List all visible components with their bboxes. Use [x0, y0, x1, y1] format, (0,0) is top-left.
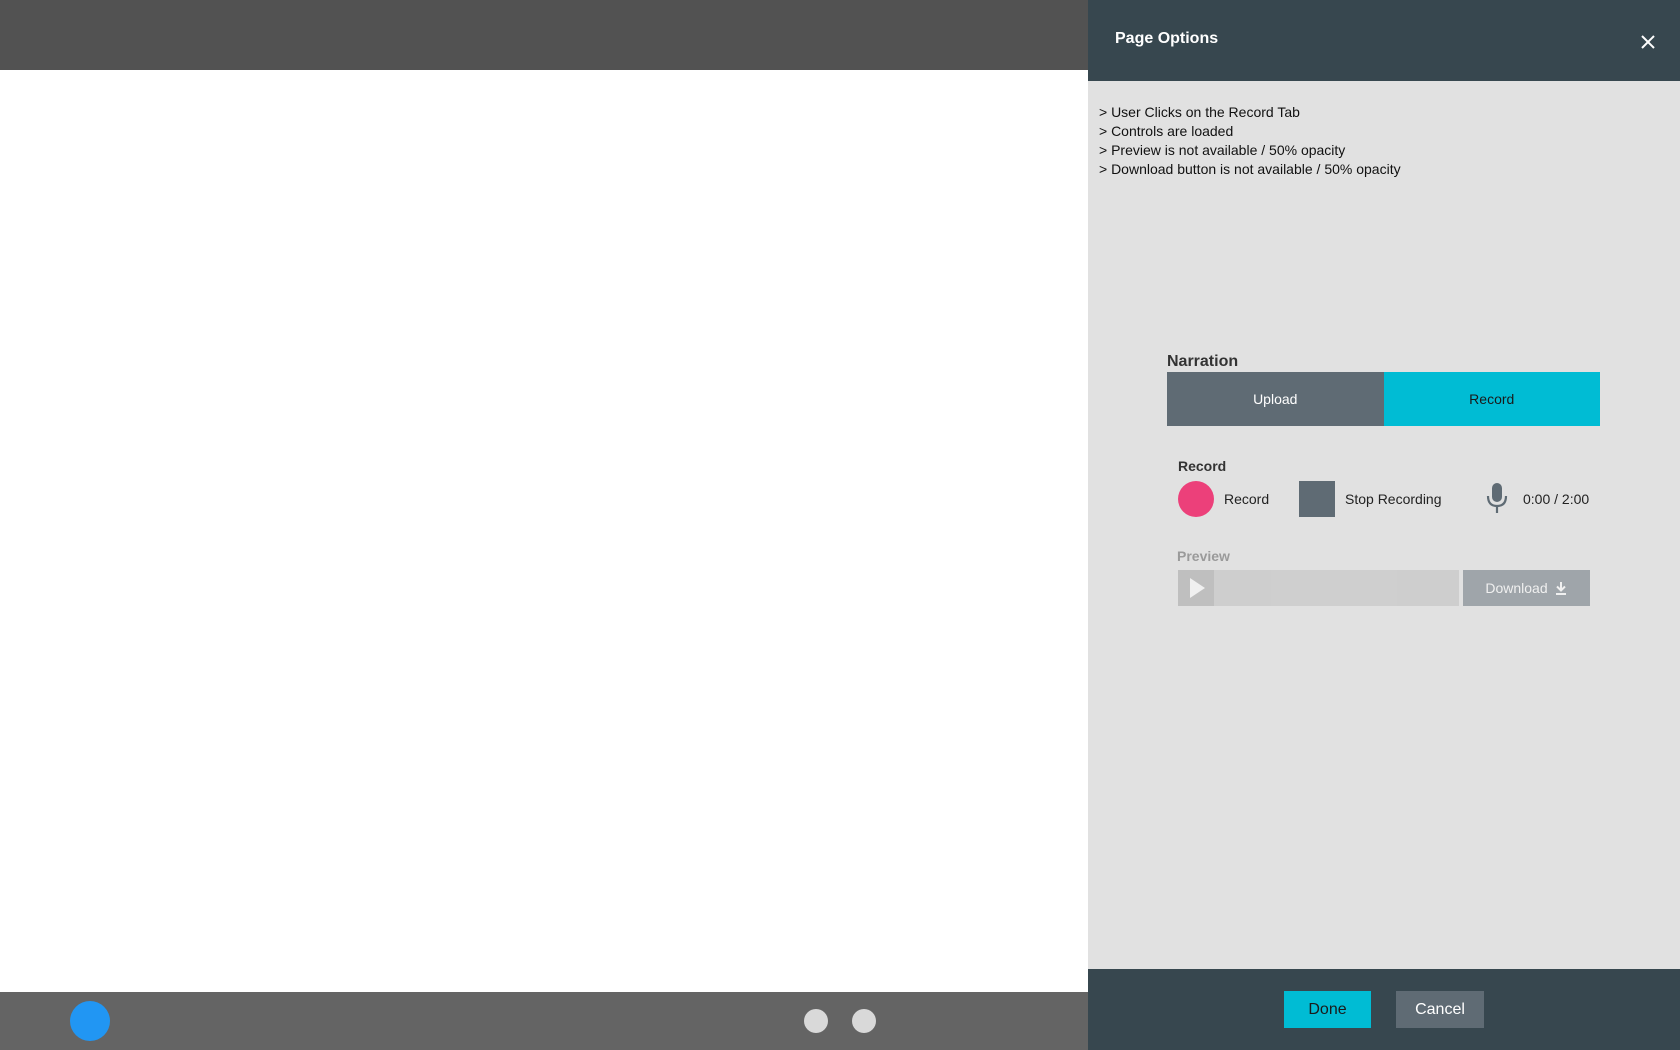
page-indicator[interactable] [804, 1009, 828, 1033]
record-section-label: Record [1178, 458, 1227, 474]
narration-tabs: Upload Record [1167, 372, 1600, 426]
stop-recording-button[interactable] [1299, 481, 1335, 517]
close-icon[interactable] [1634, 28, 1662, 56]
page-canvas[interactable] [0, 70, 1088, 992]
page-editor [0, 0, 1088, 1050]
spec-notes: > User Clicks on the Record Tab > Contro… [1099, 103, 1401, 179]
download-button: Download [1463, 570, 1590, 606]
narration-heading: Narration [1167, 353, 1239, 370]
preview-label: Preview [1177, 548, 1230, 564]
stop-recording-label: Stop Recording [1345, 491, 1442, 507]
download-icon [1555, 582, 1566, 595]
audio-preview-player [1178, 570, 1459, 606]
tab-upload[interactable]: Upload [1167, 372, 1384, 426]
recording-timer: 0:00 / 2:00 [1523, 491, 1590, 507]
panel-footer: Done Cancel [1088, 969, 1680, 1050]
editor-toolbar [0, 0, 1088, 70]
play-button [1178, 570, 1214, 606]
page-options-panel: Page Options > User Clicks on the Record… [1088, 0, 1680, 1050]
record-button-label: Record [1224, 491, 1270, 507]
play-icon [1190, 578, 1205, 598]
page-indicator-active[interactable] [70, 1001, 110, 1041]
note-line: > Preview is not available / 50% opacity [1099, 142, 1346, 158]
tab-record[interactable]: Record [1383, 372, 1600, 426]
record-button[interactable] [1178, 481, 1214, 517]
note-line: > User Clicks on the Record Tab [1099, 104, 1300, 120]
download-button-label: Download [1485, 580, 1548, 596]
microphone-icon [1486, 483, 1508, 513]
page-navigation-bar [0, 992, 1088, 1050]
note-line: > Controls are loaded [1099, 123, 1234, 139]
panel-header: Page Options [1088, 0, 1680, 81]
page-indicator[interactable] [852, 1009, 876, 1033]
cancel-button[interactable]: Cancel [1396, 991, 1484, 1028]
done-button[interactable]: Done [1284, 991, 1371, 1028]
panel-title: Page Options [1115, 30, 1219, 47]
app-window: Page Options > User Clicks on the Record… [0, 0, 1680, 1050]
note-line: > Download button is not available / 50%… [1099, 161, 1401, 177]
